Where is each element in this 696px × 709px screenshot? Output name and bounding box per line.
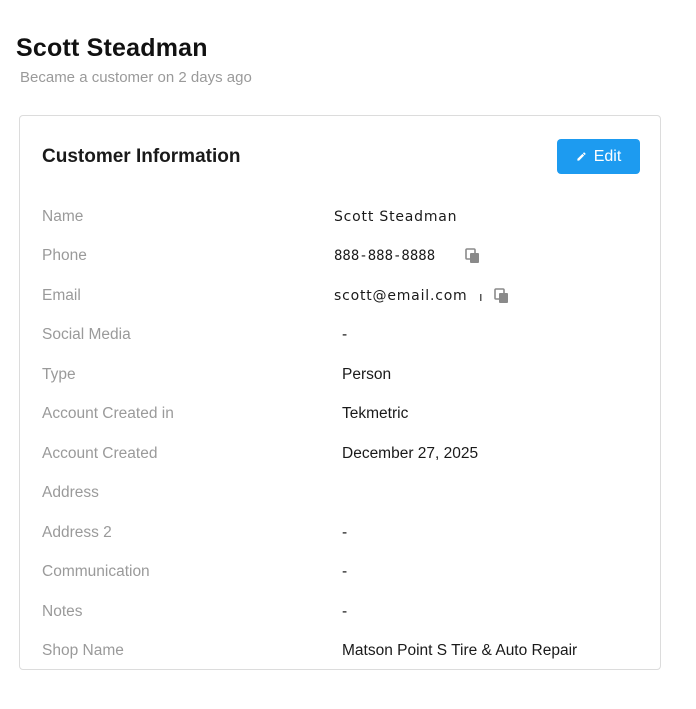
row-shop-name: Shop Name Matson Point S Tire & Auto Rep… — [42, 642, 642, 664]
value-name: Scott Steadman — [334, 209, 458, 225]
label-account-created: Account Created — [42, 445, 158, 462]
row-notes: Notes - — [42, 603, 642, 625]
label-phone: Phone — [42, 247, 87, 264]
row-phone: Phone 888-888-8888 — [42, 247, 642, 269]
row-communication: Communication - — [42, 563, 642, 585]
value-notes: - — [342, 603, 348, 620]
value-phone: 888-888-8888 — [334, 248, 436, 264]
page-title: Scott Steadman — [16, 34, 208, 62]
label-address: Address — [42, 484, 99, 501]
value-social-media: - — [342, 326, 348, 343]
label-name: Name — [42, 208, 84, 225]
value-type: Person — [342, 366, 392, 383]
label-notes: Notes — [42, 603, 83, 620]
label-shop-name: Shop Name — [42, 642, 124, 659]
value-email: scott@email.com — [334, 288, 468, 304]
label-email: Email — [42, 287, 81, 304]
label-social-media: Social Media — [42, 326, 131, 343]
label-type: Type — [42, 366, 76, 383]
card-title: Customer Information — [42, 146, 241, 167]
customer-information-card: Customer Information Edit Name Scott Ste… — [19, 115, 661, 670]
row-type: Type Person — [42, 366, 642, 388]
row-account-created: Account Created December 27, 2025 — [42, 445, 642, 467]
value-account-created-in: Tekmetric — [342, 405, 409, 422]
label-account-created-in: Account Created in — [42, 405, 174, 422]
page-subtitle: Became a customer on 2 days ago — [20, 69, 252, 86]
value-address-2: - — [342, 524, 348, 541]
edit-button[interactable]: Edit — [557, 139, 640, 174]
row-email: Email scott@email.com ı — [42, 287, 642, 309]
row-address: Address — [42, 484, 642, 506]
row-name: Name Scott Steadman — [42, 208, 642, 230]
value-shop-name: Matson Point S Tire & Auto Repair — [342, 642, 578, 659]
label-address-2: Address 2 — [42, 524, 112, 541]
value-account-created: December 27, 2025 — [342, 445, 479, 462]
pencil-icon — [576, 151, 587, 162]
row-social-media: Social Media - — [42, 326, 642, 348]
email-trailing-char: ı — [479, 289, 483, 304]
row-address-2: Address 2 - — [42, 524, 642, 546]
edit-button-label: Edit — [593, 147, 622, 165]
copy-phone-icon[interactable] — [465, 248, 481, 264]
label-communication: Communication — [42, 563, 150, 580]
copy-email-icon[interactable] — [494, 288, 510, 304]
value-communication: - — [342, 563, 348, 580]
row-account-created-in: Account Created in Tekmetric — [42, 405, 642, 427]
